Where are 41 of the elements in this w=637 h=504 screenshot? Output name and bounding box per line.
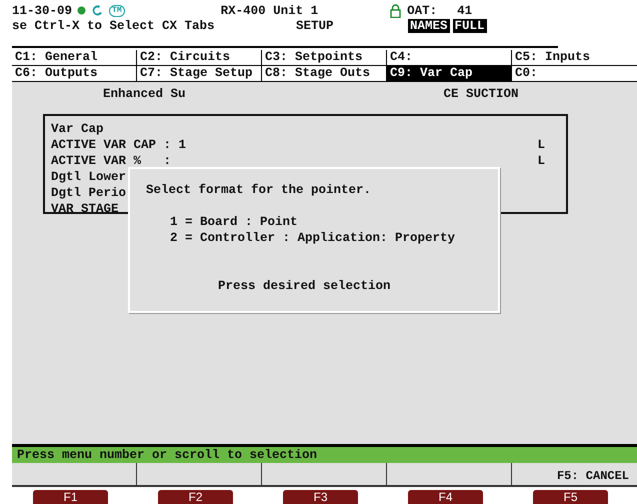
mode-badge: NAMES (408, 18, 450, 32)
oat-value: 41 (457, 4, 472, 18)
function-key[interactable]: F1 (33, 490, 108, 504)
tab[interactable]: C1: General (12, 50, 137, 65)
trademark-badge: TM (109, 4, 125, 16)
function-key[interactable]: F2 (158, 490, 233, 504)
status-dot-icon (77, 6, 86, 15)
value-line: VAR STAGE (51, 202, 119, 218)
tab[interactable]: C4: (387, 50, 512, 65)
dialog-option[interactable]: 1 = Board : Point (146, 215, 482, 231)
panel-heading: Enhanced Su (103, 87, 186, 101)
tab[interactable]: C5: Inputs (512, 50, 637, 65)
value-line: Dgtl Perio (51, 186, 126, 202)
oat-label: OAT: (407, 4, 438, 18)
tab[interactable]: C9: Var Cap (387, 66, 512, 81)
mode-title: SETUP (296, 18, 335, 32)
flag-text: L (537, 154, 545, 170)
function-key[interactable]: F3 (283, 490, 358, 504)
panel-heading: CE SUCTION (444, 87, 519, 101)
dialog-prompt: Select format for the pointer. (146, 183, 372, 199)
value-line: Var Cap (51, 122, 104, 138)
unit-title: RX-400 Unit 1 (220, 4, 318, 18)
dialog-option[interactable]: 2 = Controller : Application: Property (146, 231, 482, 247)
flag-text: L (537, 138, 545, 154)
status-bar: Press menu number or scroll to selection (12, 444, 637, 463)
tab[interactable]: C0: (512, 66, 637, 81)
date-text: 11-30-09 (12, 4, 72, 18)
mode-badge: FULL (452, 18, 487, 32)
function-key[interactable]: F5 (533, 490, 608, 504)
value-line: ACTIVE VAR % : (51, 154, 172, 170)
tab[interactable]: C7: Stage Setup (137, 66, 262, 81)
tab[interactable]: C6: Outputs (12, 66, 137, 81)
hint-text: se Ctrl-X to Select CX Tabs (12, 18, 216, 32)
tab[interactable]: C3: Setpoints (262, 50, 387, 65)
value-line: Dgtl Lower (51, 170, 126, 186)
value-line: ACTIVE VAR CAP : 1 (51, 138, 186, 154)
function-key[interactable]: F4 (408, 490, 483, 504)
lock-icon (390, 4, 402, 18)
softkey[interactable]: F5: CANCEL (512, 463, 637, 485)
dialog-instruction: Press desired selection (217, 279, 392, 293)
tab[interactable]: C2: Circuits (137, 50, 262, 65)
